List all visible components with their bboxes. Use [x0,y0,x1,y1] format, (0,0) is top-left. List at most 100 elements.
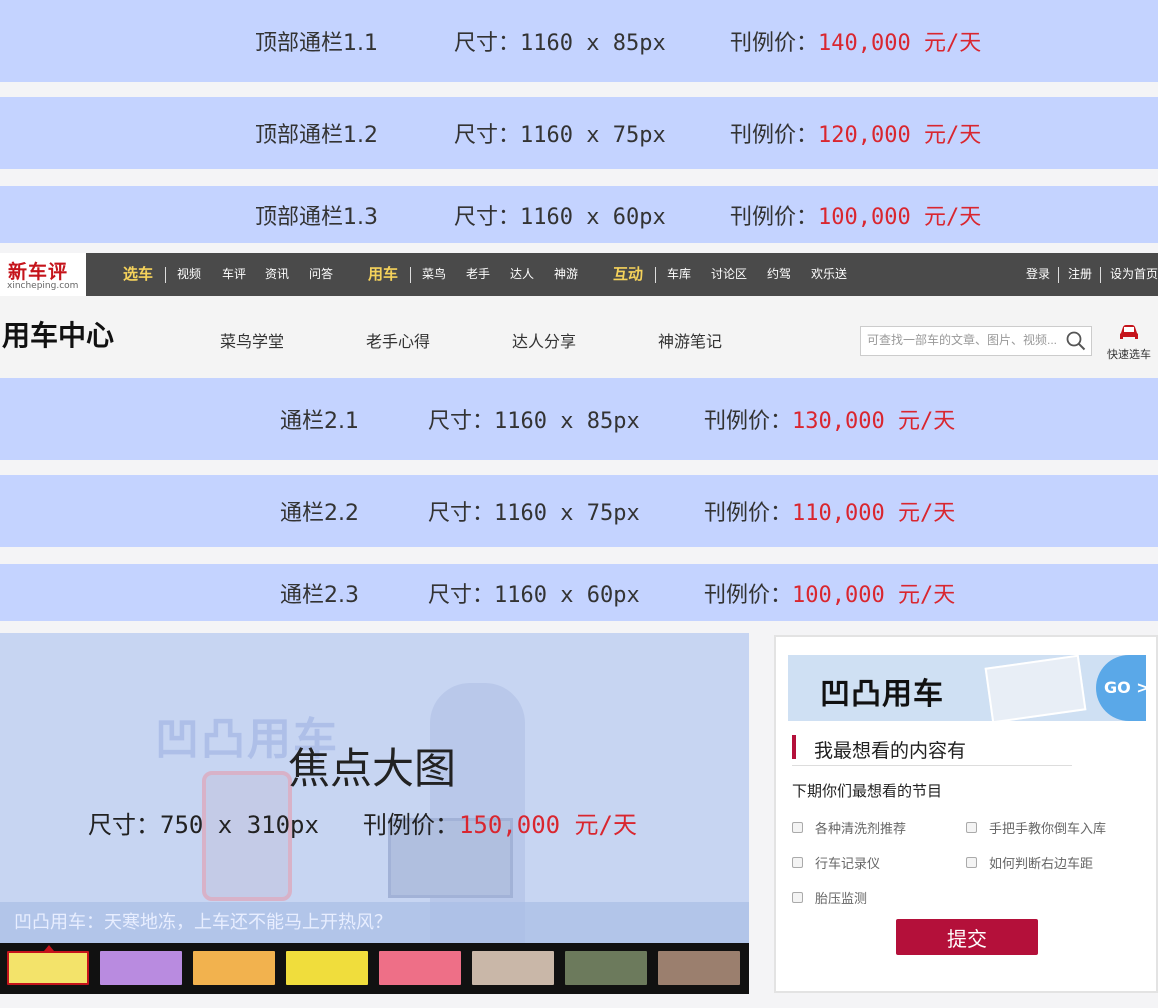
thumbnail[interactable] [193,951,275,985]
page-title: 用车中心 [2,319,115,352]
option-reverse-parking[interactable]: 手把手教你倒车入库 [966,818,1106,837]
mid-banner-3[interactable]: 通栏2.3 尺寸：1160 x 60px 刊例价：100,000 元/天 [0,564,1158,621]
survey-title: 我最想看的内容有 [814,740,967,762]
nav-item-laoshou[interactable]: 老手 [466,253,490,296]
thumbnail[interactable] [100,951,182,985]
nav-item-wenda[interactable]: 问答 [309,253,333,296]
submit-button[interactable]: 提交 [896,919,1038,955]
banner-name: 通栏2.3 [280,582,359,608]
register-link[interactable]: 注册 [1068,253,1092,296]
site-logo[interactable]: 新车评 xincheping.com [0,253,86,296]
quick-select-label: 快速选车 [1107,348,1151,361]
nav-divider [410,267,411,283]
mid-banner-2[interactable]: 通栏2.2 尺寸：1160 x 75px 刊例价：110,000 元/天 [0,475,1158,547]
option-label: 行车记录仪 [815,857,881,872]
thumbnail[interactable] [7,951,89,985]
top-banner-1[interactable]: 顶部通栏1.1 尺寸：1160 x 85px 刊例价：140,000 元/天 [0,0,1158,82]
nav-major-hudong[interactable]: 互动 [613,253,643,296]
banner-size: 尺寸：1160 x 75px [428,501,640,526]
banner-name: 顶部通栏1.3 [255,204,378,230]
banner-price: 刊例价：110,000 元/天 [704,495,955,527]
nav-item-daren[interactable]: 达人 [510,253,534,296]
banner-price: 刊例价：140,000 元/天 [730,25,981,57]
price-label: 刊例价： [730,123,819,148]
banner-name: 通栏2.2 [280,501,359,526]
thumbnail[interactable] [379,951,461,985]
nav-major-yongche[interactable]: 用车 [368,253,398,296]
tab-daren-fenxiang[interactable]: 达人分享 [512,328,576,352]
nav-item-cheping[interactable]: 车评 [222,253,246,296]
ad-text: 凹凸用车 [820,677,944,712]
banner-size: 尺寸：1160 x 75px [454,123,666,148]
banner-size: 尺寸：1160 x 85px [454,31,666,56]
banner-size: 尺寸：1160 x 60px [454,204,666,230]
focus-slide[interactable]: 凹凸用车 焦点大图 尺寸：750 x 310px 刊例价：150,000 元/天 … [0,633,749,943]
price-value: 140,000 元/天 [818,31,982,56]
nav-item-huanlesong[interactable]: 欢乐送 [811,253,847,296]
nav-item-cheku[interactable]: 车库 [667,253,691,296]
nav-divider [655,267,656,283]
price-value: 100,000 元/天 [818,204,982,230]
banner-name: 通栏2.1 [280,409,359,434]
checkbox[interactable] [792,892,803,903]
option-label: 手把手教你倒车入库 [989,822,1107,837]
checkbox[interactable] [966,857,977,868]
thumbnail[interactable] [286,951,368,985]
mid-banner-1[interactable]: 通栏2.1 尺寸：1160 x 85px 刊例价：130,000 元/天 [0,378,1158,460]
banner-size: 尺寸：1160 x 60px [428,582,640,608]
option-tire-pressure[interactable]: 胎压监测 [792,888,867,907]
checkbox[interactable] [792,822,803,833]
divider [792,765,1072,766]
logo-text: 新车评 [8,261,69,283]
option-label: 各种清洗剂推荐 [815,822,907,837]
tab-shenyou-biji[interactable]: 神游笔记 [658,328,722,352]
banner-name: 顶部通栏1.1 [255,31,378,56]
option-right-distance[interactable]: 如何判断右边车距 [966,853,1093,872]
thumbnail[interactable] [472,951,554,985]
quick-select-button[interactable]: 快速选车 [1100,322,1158,362]
survey-panel: 凹凸用车 GO > 我最想看的内容有 下期你们最想看的节目 各种清洗剂推荐 手把… [774,635,1158,993]
top-banner-3[interactable]: 顶部通栏1.3 尺寸：1160 x 60px 刊例价：100,000 元/天 [0,186,1158,243]
search-icon[interactable] [1065,330,1087,352]
banner-price: 刊例价：130,000 元/天 [704,403,955,435]
thumbnail[interactable] [565,951,647,985]
login-link[interactable]: 登录 [1026,253,1050,296]
ad-photo [984,655,1087,721]
nav-item-shipin[interactable]: 视频 [177,253,201,296]
nav-item-taolunqu[interactable]: 讨论区 [711,253,747,296]
banner-price: 刊例价：120,000 元/天 [730,117,981,149]
survey-subtitle: 下期你们最想看的节目 [792,782,943,800]
focus-size: 尺寸：750 x 310px [88,811,319,839]
nav-major-xuanche[interactable]: 选车 [123,253,153,296]
nav-item-yuejia[interactable]: 约驾 [767,253,791,296]
tab-cainiao-xuetang[interactable]: 菜鸟学堂 [220,328,284,352]
set-homepage-link[interactable]: 设为首页 [1110,253,1158,296]
option-dashcam[interactable]: 行车记录仪 [792,853,880,872]
nav-item-zixun[interactable]: 资讯 [265,253,289,296]
nav-item-shenyou[interactable]: 神游 [554,253,578,296]
banner-price: 刊例价：100,000 元/天 [704,577,955,609]
nav-divider [165,267,166,283]
nav-item-cainiao[interactable]: 菜鸟 [422,253,446,296]
top-nav: 新车评 xincheping.com 选车 视频 车评 资讯 问答 用车 菜鸟 … [0,253,1158,296]
go-button[interactable]: GO > [1096,655,1146,721]
search-input[interactable] [867,333,1057,347]
ad-banner[interactable]: 凹凸用车 GO > [788,655,1146,721]
title-accent [792,735,796,759]
nav-divider [1058,267,1059,283]
checkbox[interactable] [792,857,803,868]
active-indicator [44,945,54,951]
thumbnail[interactable] [658,951,740,985]
top-banner-2[interactable]: 顶部通栏1.2 尺寸：1160 x 75px 刊例价：120,000 元/天 [0,97,1158,169]
checkbox[interactable] [966,822,977,833]
banner-size: 尺寸：1160 x 85px [428,409,640,434]
thumbnail-strip [0,943,749,994]
focus-caption[interactable]: 凹凸用车：天寒地冻，上车还不能马上开热风？ [0,902,749,943]
price-value: 100,000 元/天 [792,582,956,608]
price-label: 刊例价： [730,31,819,56]
logo-domain: xincheping.com [7,281,79,291]
option-cleaner[interactable]: 各种清洗剂推荐 [792,818,906,837]
tab-laoshou-xinde[interactable]: 老手心得 [366,328,430,352]
nav-divider [1100,267,1101,283]
price-label: 刊例价： [730,204,819,230]
